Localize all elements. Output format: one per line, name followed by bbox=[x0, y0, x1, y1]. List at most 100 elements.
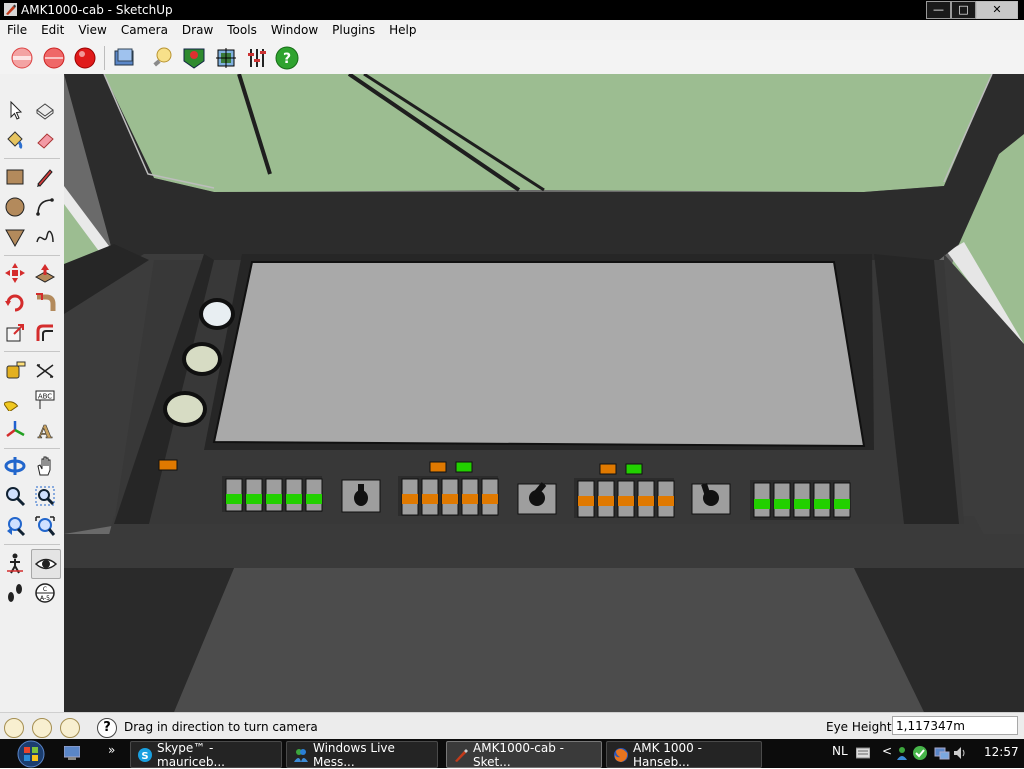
copyright-icon[interactable] bbox=[60, 718, 80, 738]
start-button[interactable] bbox=[3, 740, 53, 768]
offset-icon[interactable] bbox=[31, 319, 59, 347]
palette-separator bbox=[4, 158, 60, 159]
svg-text:C: C bbox=[43, 586, 47, 593]
texture-icon[interactable] bbox=[213, 45, 239, 71]
follow-me-icon[interactable] bbox=[31, 289, 59, 317]
menu-file[interactable]: File bbox=[0, 23, 34, 37]
taskbar-item-firefox[interactable]: AMK 1000 - Hanseb... bbox=[606, 740, 762, 769]
messenger-icon bbox=[294, 748, 308, 762]
axes-icon[interactable] bbox=[1, 416, 29, 444]
image-icon[interactable] bbox=[111, 45, 137, 71]
clock[interactable]: 12:57 bbox=[984, 745, 1019, 759]
eraser-icon[interactable] bbox=[31, 126, 59, 154]
joystick-3 bbox=[691, 483, 731, 515]
menu-camera[interactable]: Camera bbox=[114, 23, 175, 37]
credits-icon[interactable] bbox=[32, 718, 52, 738]
taskbar-item-messenger[interactable]: Windows Live Mess... bbox=[286, 741, 438, 769]
record-icon[interactable] bbox=[72, 45, 98, 71]
minimize-button[interactable]: — bbox=[926, 1, 951, 19]
component-icon[interactable] bbox=[31, 96, 59, 124]
zoom-window-icon[interactable] bbox=[31, 482, 59, 510]
freehand-icon[interactable] bbox=[31, 223, 59, 251]
polygon-icon[interactable] bbox=[1, 223, 29, 251]
contacts-icon[interactable] bbox=[896, 745, 912, 761]
landscape-icon[interactable] bbox=[181, 45, 207, 71]
move-icon[interactable] bbox=[1, 259, 29, 287]
scale-icon[interactable] bbox=[1, 319, 29, 347]
menu-bar: File Edit View Camera Draw Tools Window … bbox=[0, 20, 1024, 40]
walk-icon[interactable] bbox=[1, 549, 29, 577]
help-icon[interactable]: ? bbox=[274, 45, 300, 71]
3d-text-icon[interactable]: A bbox=[31, 416, 59, 444]
rotate-icon[interactable] bbox=[1, 289, 29, 317]
switch-group-green-left bbox=[222, 476, 323, 512]
dimension-icon[interactable] bbox=[31, 356, 59, 384]
push-pull-icon[interactable] bbox=[31, 259, 59, 287]
record-icon[interactable] bbox=[9, 45, 35, 71]
footprints-icon[interactable] bbox=[1, 579, 29, 607]
bulb-icon[interactable] bbox=[149, 45, 175, 71]
text-icon[interactable]: ABC bbox=[31, 386, 59, 414]
svg-text:A: A bbox=[37, 422, 53, 441]
gauge-1 bbox=[199, 298, 235, 330]
joystick-2 bbox=[517, 482, 557, 515]
protractor-icon[interactable] bbox=[1, 386, 29, 414]
pan-icon[interactable] bbox=[31, 452, 59, 480]
menu-window[interactable]: Window bbox=[264, 23, 325, 37]
instructor-help-icon[interactable]: ? bbox=[97, 718, 117, 738]
menu-plugins[interactable]: Plugins bbox=[325, 23, 382, 37]
sketchup-app-icon bbox=[4, 3, 17, 16]
arc-icon[interactable] bbox=[31, 193, 59, 221]
window-title: AMK1000-cab - SketchUp bbox=[21, 3, 173, 17]
sliders-icon[interactable] bbox=[244, 45, 270, 71]
taskbar-item-skype[interactable]: S Skype™ - mauriceb... bbox=[130, 740, 282, 769]
select-icon[interactable] bbox=[1, 96, 29, 124]
zoom-icon[interactable] bbox=[1, 482, 29, 510]
gauge-3 bbox=[163, 391, 207, 427]
toolbar-separator bbox=[104, 46, 105, 70]
3d-viewport[interactable] bbox=[64, 74, 1024, 712]
section-plane-icon[interactable]: C A-5 bbox=[31, 579, 59, 607]
record-icon[interactable] bbox=[41, 45, 67, 71]
palette-separator bbox=[4, 448, 60, 449]
orbit-icon[interactable] bbox=[1, 452, 29, 480]
menu-view[interactable]: View bbox=[71, 23, 113, 37]
maximize-button[interactable]: □ bbox=[951, 1, 976, 19]
taskbar-item-label: Skype™ - mauriceb... bbox=[157, 740, 225, 769]
menu-tools[interactable]: Tools bbox=[220, 23, 264, 37]
rectangle-icon[interactable] bbox=[1, 163, 29, 191]
look-around-icon[interactable] bbox=[31, 549, 61, 579]
window-controls: — □ ✕ bbox=[926, 1, 1018, 19]
network-icon[interactable] bbox=[934, 745, 950, 761]
paint-bucket-icon[interactable] bbox=[1, 126, 29, 154]
svg-text:A-5: A-5 bbox=[40, 595, 50, 602]
menu-help[interactable]: Help bbox=[382, 23, 423, 37]
circle-icon[interactable] bbox=[1, 193, 29, 221]
show-desktop-icon[interactable] bbox=[64, 746, 80, 760]
quick-launch-more[interactable]: » bbox=[108, 743, 115, 757]
keyboard-icon[interactable] bbox=[856, 747, 870, 759]
menu-edit[interactable]: Edit bbox=[34, 23, 71, 37]
status-ok-icon[interactable] bbox=[912, 745, 928, 761]
taskbar-item-label: AMK 1000 - Hanseb... bbox=[633, 740, 702, 769]
tape-measure-icon[interactable] bbox=[1, 356, 29, 384]
svg-text:S: S bbox=[141, 751, 148, 762]
floor bbox=[174, 568, 924, 712]
language-indicator[interactable]: NL bbox=[832, 744, 848, 758]
geo-location-icon[interactable] bbox=[4, 718, 24, 738]
svg-text:ABC: ABC bbox=[38, 393, 52, 401]
volume-icon[interactable] bbox=[952, 745, 968, 761]
tray-expand-arrow[interactable]: < bbox=[882, 744, 892, 758]
menu-draw[interactable]: Draw bbox=[175, 23, 220, 37]
palette-separator bbox=[4, 544, 60, 545]
firefox-icon bbox=[614, 747, 628, 762]
measurements-input[interactable] bbox=[892, 716, 1018, 735]
pencil-icon[interactable] bbox=[31, 163, 59, 191]
close-button[interactable]: ✕ bbox=[976, 1, 1018, 19]
status-bar: ? Drag in direction to turn camera Eye H… bbox=[0, 712, 1024, 740]
indicator-left bbox=[158, 459, 178, 471]
previous-view-icon[interactable] bbox=[1, 512, 29, 540]
taskbar: » S Skype™ - mauriceb... Windows Live Me… bbox=[0, 739, 1024, 769]
zoom-extents-icon[interactable] bbox=[31, 512, 59, 540]
taskbar-item-sketchup[interactable]: AMK1000-cab - Sket... bbox=[446, 741, 602, 769]
